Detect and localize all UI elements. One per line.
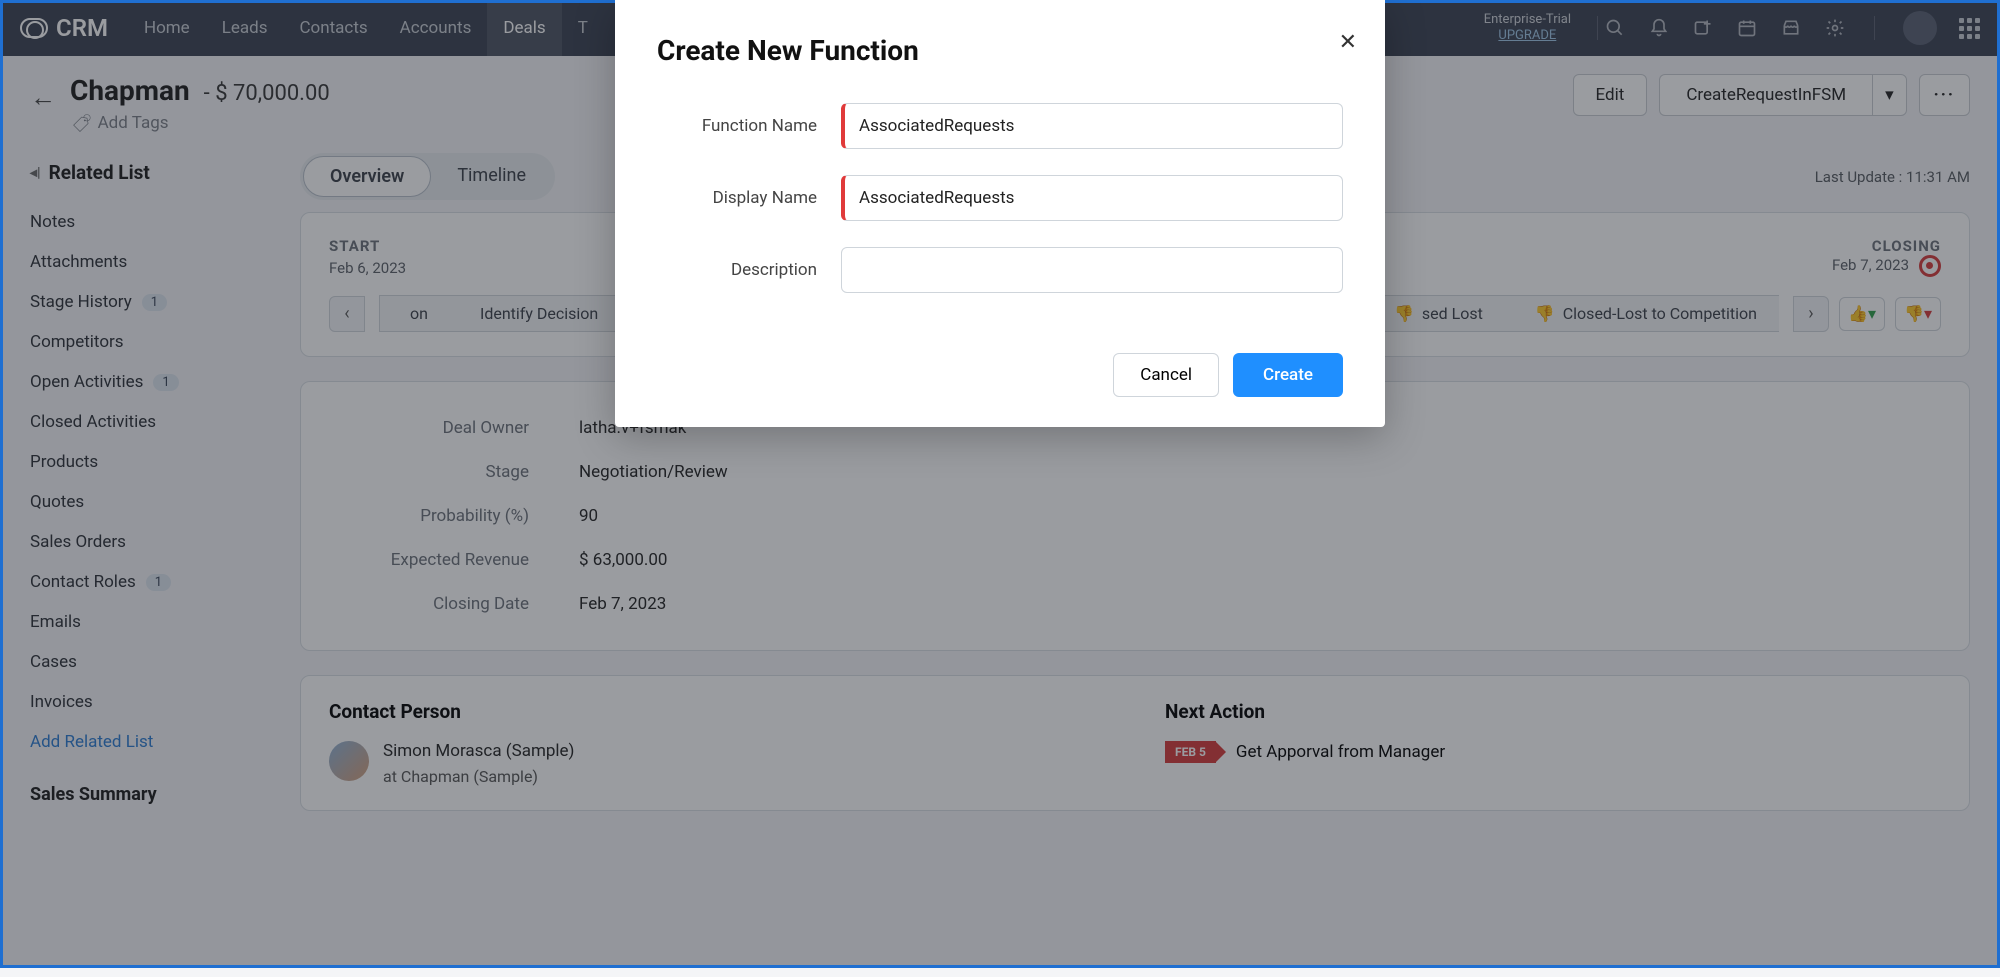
description-input[interactable] [841,247,1343,293]
create-function-modal: ✕ Create New Function Function Name Disp… [615,0,1385,427]
cancel-button[interactable]: Cancel [1113,353,1219,397]
display-name-input[interactable] [841,175,1343,221]
create-button[interactable]: Create [1233,353,1343,397]
close-icon[interactable]: ✕ [1339,30,1357,55]
display-name-label: Display Name [657,188,817,208]
modal-title: Create New Function [657,34,1343,67]
function-name-label: Function Name [657,116,817,136]
description-label: Description [657,260,817,280]
function-name-input[interactable] [841,103,1343,149]
